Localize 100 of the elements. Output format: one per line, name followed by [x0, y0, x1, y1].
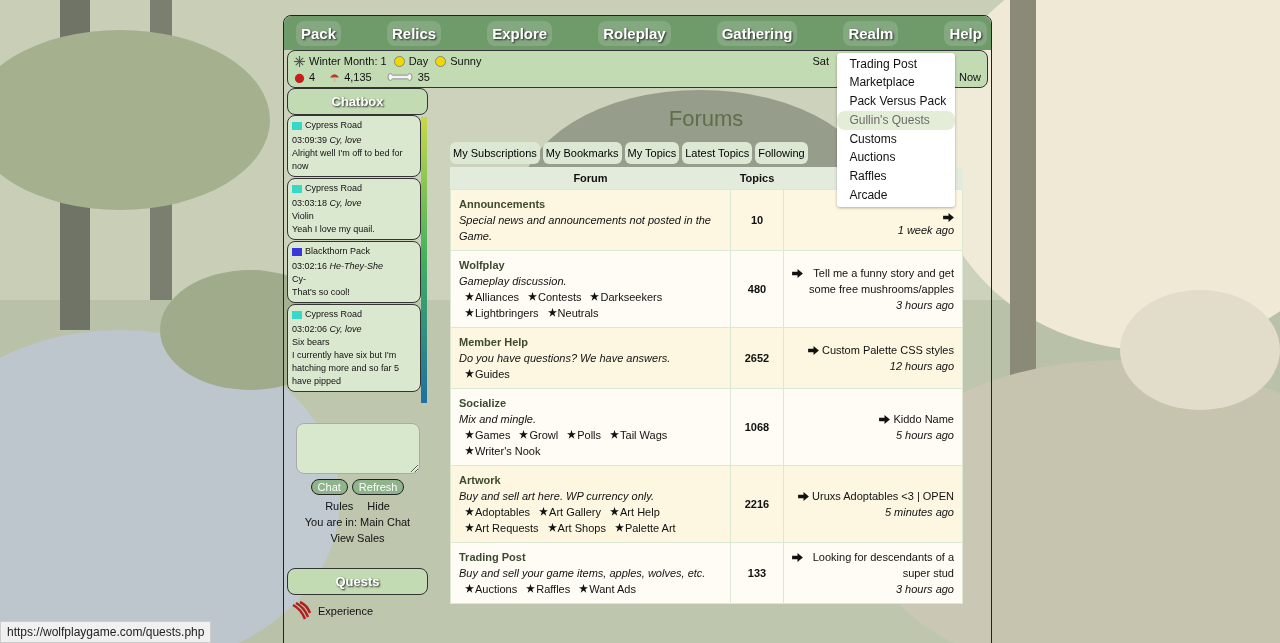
- pack-name: Blackthorn Pack: [305, 245, 371, 258]
- menu-item[interactable]: Arcade: [837, 186, 956, 205]
- subforum-link[interactable]: Games: [475, 429, 511, 441]
- chat-link[interactable]: Hide: [367, 498, 390, 514]
- subforum-link[interactable]: Guides: [475, 368, 510, 380]
- page-title: Forums: [668, 106, 744, 131]
- menu-item[interactable]: Customs: [837, 129, 956, 149]
- forum-description: Buy and sell art here. WP currency only.: [459, 489, 656, 504]
- bone-count: 35: [417, 71, 430, 83]
- forum-tab[interactable]: Following: [755, 142, 808, 164]
- author-name: Cy, love: [329, 324, 362, 334]
- subforum-link[interactable]: Raffles: [536, 583, 571, 595]
- message-text: I currently have six but I'm hatching more and so far 5 have pipped: [292, 349, 401, 388]
- message-time: 03:09:39: [292, 135, 328, 145]
- author-name: He-They-She: [329, 261, 384, 271]
- subforum-link[interactable]: Palette Art: [624, 522, 676, 534]
- forum-link[interactable]: Announcements: [459, 196, 722, 212]
- apple-count: 4: [309, 71, 316, 83]
- forum-link[interactable]: Artwork: [459, 472, 722, 488]
- weather-text: Sunny: [450, 55, 482, 67]
- view-sales-link[interactable]: View Sales: [330, 530, 385, 546]
- post-time: 3 hours ago: [894, 298, 954, 313]
- season-text: Winter Month: 1: [309, 55, 387, 67]
- topic-count: 480: [747, 283, 767, 295]
- status-url: https://wolfplaygame.com/quests.php: [0, 621, 212, 643]
- pack-name: Cypress Road: [305, 308, 363, 321]
- subforum-link[interactable]: Want Ads: [589, 583, 636, 595]
- post-time: 5 hours ago: [894, 428, 954, 443]
- date-text: Sat: [812, 55, 829, 67]
- last-post-link[interactable]: Uruxs Adoptables <3 | OPEN: [812, 488, 954, 504]
- author-name: Cy, love: [329, 135, 362, 145]
- quests-header: Quests: [287, 568, 428, 595]
- subforum-link[interactable]: Darkseekers: [600, 291, 663, 303]
- last-post-link[interactable]: Looking for descendants of a super stud: [806, 549, 954, 581]
- topic-count: 133: [747, 567, 767, 579]
- quest-link[interactable]: Experience: [318, 605, 374, 617]
- menu-item[interactable]: Trading Post: [837, 54, 956, 74]
- message-text: Six bears: [292, 336, 331, 349]
- subforum-link[interactable]: Art Gallery: [549, 506, 601, 518]
- topic-count: 2216: [744, 498, 770, 510]
- forum-description: Special news and announcements not posted in the Game.: [459, 213, 712, 244]
- last-post-link[interactable]: Custom Palette CSS styles: [821, 342, 954, 358]
- forum-link[interactable]: Socialize: [459, 395, 722, 411]
- subforum-link[interactable]: Polls: [577, 429, 602, 441]
- subforum-link[interactable]: Writer's Nook: [475, 445, 541, 457]
- message-text: Cy-: [292, 273, 307, 286]
- forum-tab[interactable]: Latest Topics: [682, 142, 753, 164]
- post-time: 12 hours ago: [888, 359, 954, 374]
- forum-description: Mix and mingle.: [459, 412, 538, 427]
- subforum-link[interactable]: Growl: [529, 429, 559, 441]
- time-text: Day: [408, 55, 429, 67]
- menu-item[interactable]: Auctions: [837, 148, 956, 168]
- now-text: Now: [959, 71, 981, 83]
- author-name: Cy, love: [329, 198, 362, 208]
- forum-tab[interactable]: My Topics: [624, 142, 680, 164]
- subforum-link[interactable]: Adoptables: [475, 506, 531, 518]
- mushroom-count: 4,135: [344, 71, 372, 83]
- topic-count: 1068: [744, 421, 770, 433]
- pack-name: Cypress Road: [305, 182, 363, 195]
- subforum-link[interactable]: Contests: [538, 291, 582, 303]
- message-time: 03:02:06: [292, 324, 328, 334]
- forum-tab[interactable]: My Subscriptions: [450, 142, 540, 164]
- forum-description: Buy and sell your game items, apples, wolves, etc.: [459, 566, 707, 581]
- post-time: 1 week ago: [896, 222, 954, 238]
- forum-link[interactable]: Trading Post: [459, 549, 722, 565]
- pack-name: Cypress Road: [305, 119, 363, 132]
- room-text: You are in: Main Chat: [304, 515, 411, 530]
- message-time: 03:03:18: [292, 198, 328, 208]
- message-text: Alright well I'm off to bed for now: [292, 147, 404, 173]
- menu-item[interactable]: Marketplace: [837, 73, 956, 93]
- message-time: 03:02:16: [292, 261, 328, 271]
- menu-item[interactable]: Pack Versus Pack: [837, 92, 956, 111]
- column-header: Topics: [739, 172, 775, 184]
- subforum-link[interactable]: Art Shops: [557, 522, 606, 534]
- message-text: That's so cool!: [292, 286, 351, 299]
- last-post-link[interactable]: Tell me a funny story and get some free mushrooms/apples: [806, 265, 954, 297]
- menu-item[interactable]: Gullin's Quests: [837, 110, 956, 130]
- forum-link[interactable]: Member Help: [459, 334, 722, 350]
- column-header: Forum: [573, 172, 608, 184]
- forum-description: Do you have questions? We have answers.: [459, 351, 672, 366]
- last-post-link[interactable]: Kiddo Name: [893, 411, 954, 427]
- post-time: 5 minutes ago: [883, 505, 954, 520]
- topic-count: 2652: [744, 352, 770, 364]
- subforum-link[interactable]: Neutrals: [557, 307, 599, 319]
- forum-tab[interactable]: My Bookmarks: [542, 142, 622, 164]
- subforum-link[interactable]: Art Requests: [475, 522, 539, 534]
- chatbox-header: Chatbox: [287, 88, 428, 115]
- message-text: Yeah I love my quail.: [292, 223, 376, 236]
- forum-description: Gameplay discussion.: [459, 274, 568, 289]
- subforum-link[interactable]: Tail Wags: [620, 429, 668, 441]
- subforum-link[interactable]: Lightbringers: [475, 307, 539, 319]
- subforum-link[interactable]: Auctions: [475, 583, 518, 595]
- chat-link[interactable]: Rules: [325, 498, 354, 514]
- post-time: 3 hours ago: [894, 582, 954, 597]
- subforum-link[interactable]: Art Help: [620, 506, 660, 518]
- message-text: Violin: [292, 210, 315, 223]
- subforum-link[interactable]: Alliances: [475, 291, 520, 303]
- forum-link[interactable]: Wolfplay: [459, 257, 722, 273]
- menu-item[interactable]: Raffles: [837, 167, 956, 187]
- topic-count: 10: [750, 214, 764, 226]
